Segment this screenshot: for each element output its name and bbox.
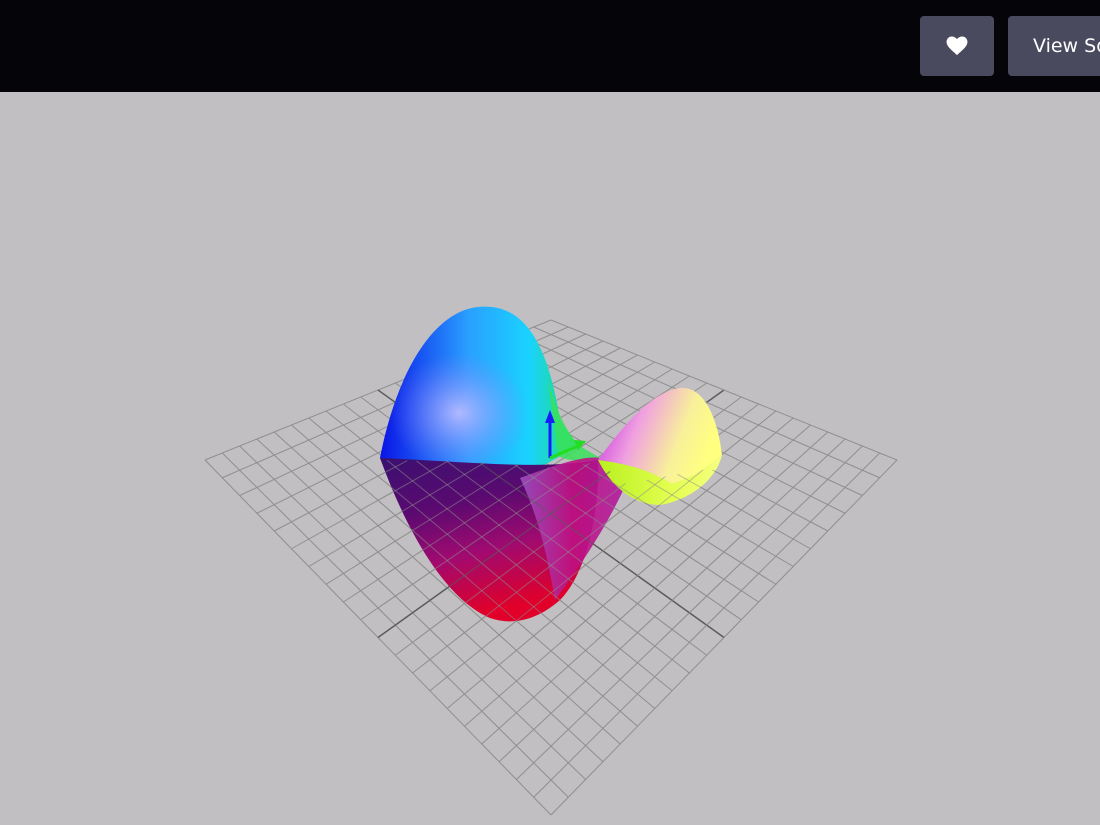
grid-line-u — [550, 319, 898, 461]
scene-canvas[interactable] — [0, 92, 1100, 825]
view-source-button[interactable]: View Source — [1008, 16, 1100, 76]
like-button[interactable] — [920, 16, 994, 76]
surface-back-lobe-highlight — [380, 306, 578, 478]
heart-icon — [946, 36, 968, 56]
3d-viewport[interactable] — [0, 92, 1100, 825]
top-toolbar: View Source — [0, 0, 1100, 92]
